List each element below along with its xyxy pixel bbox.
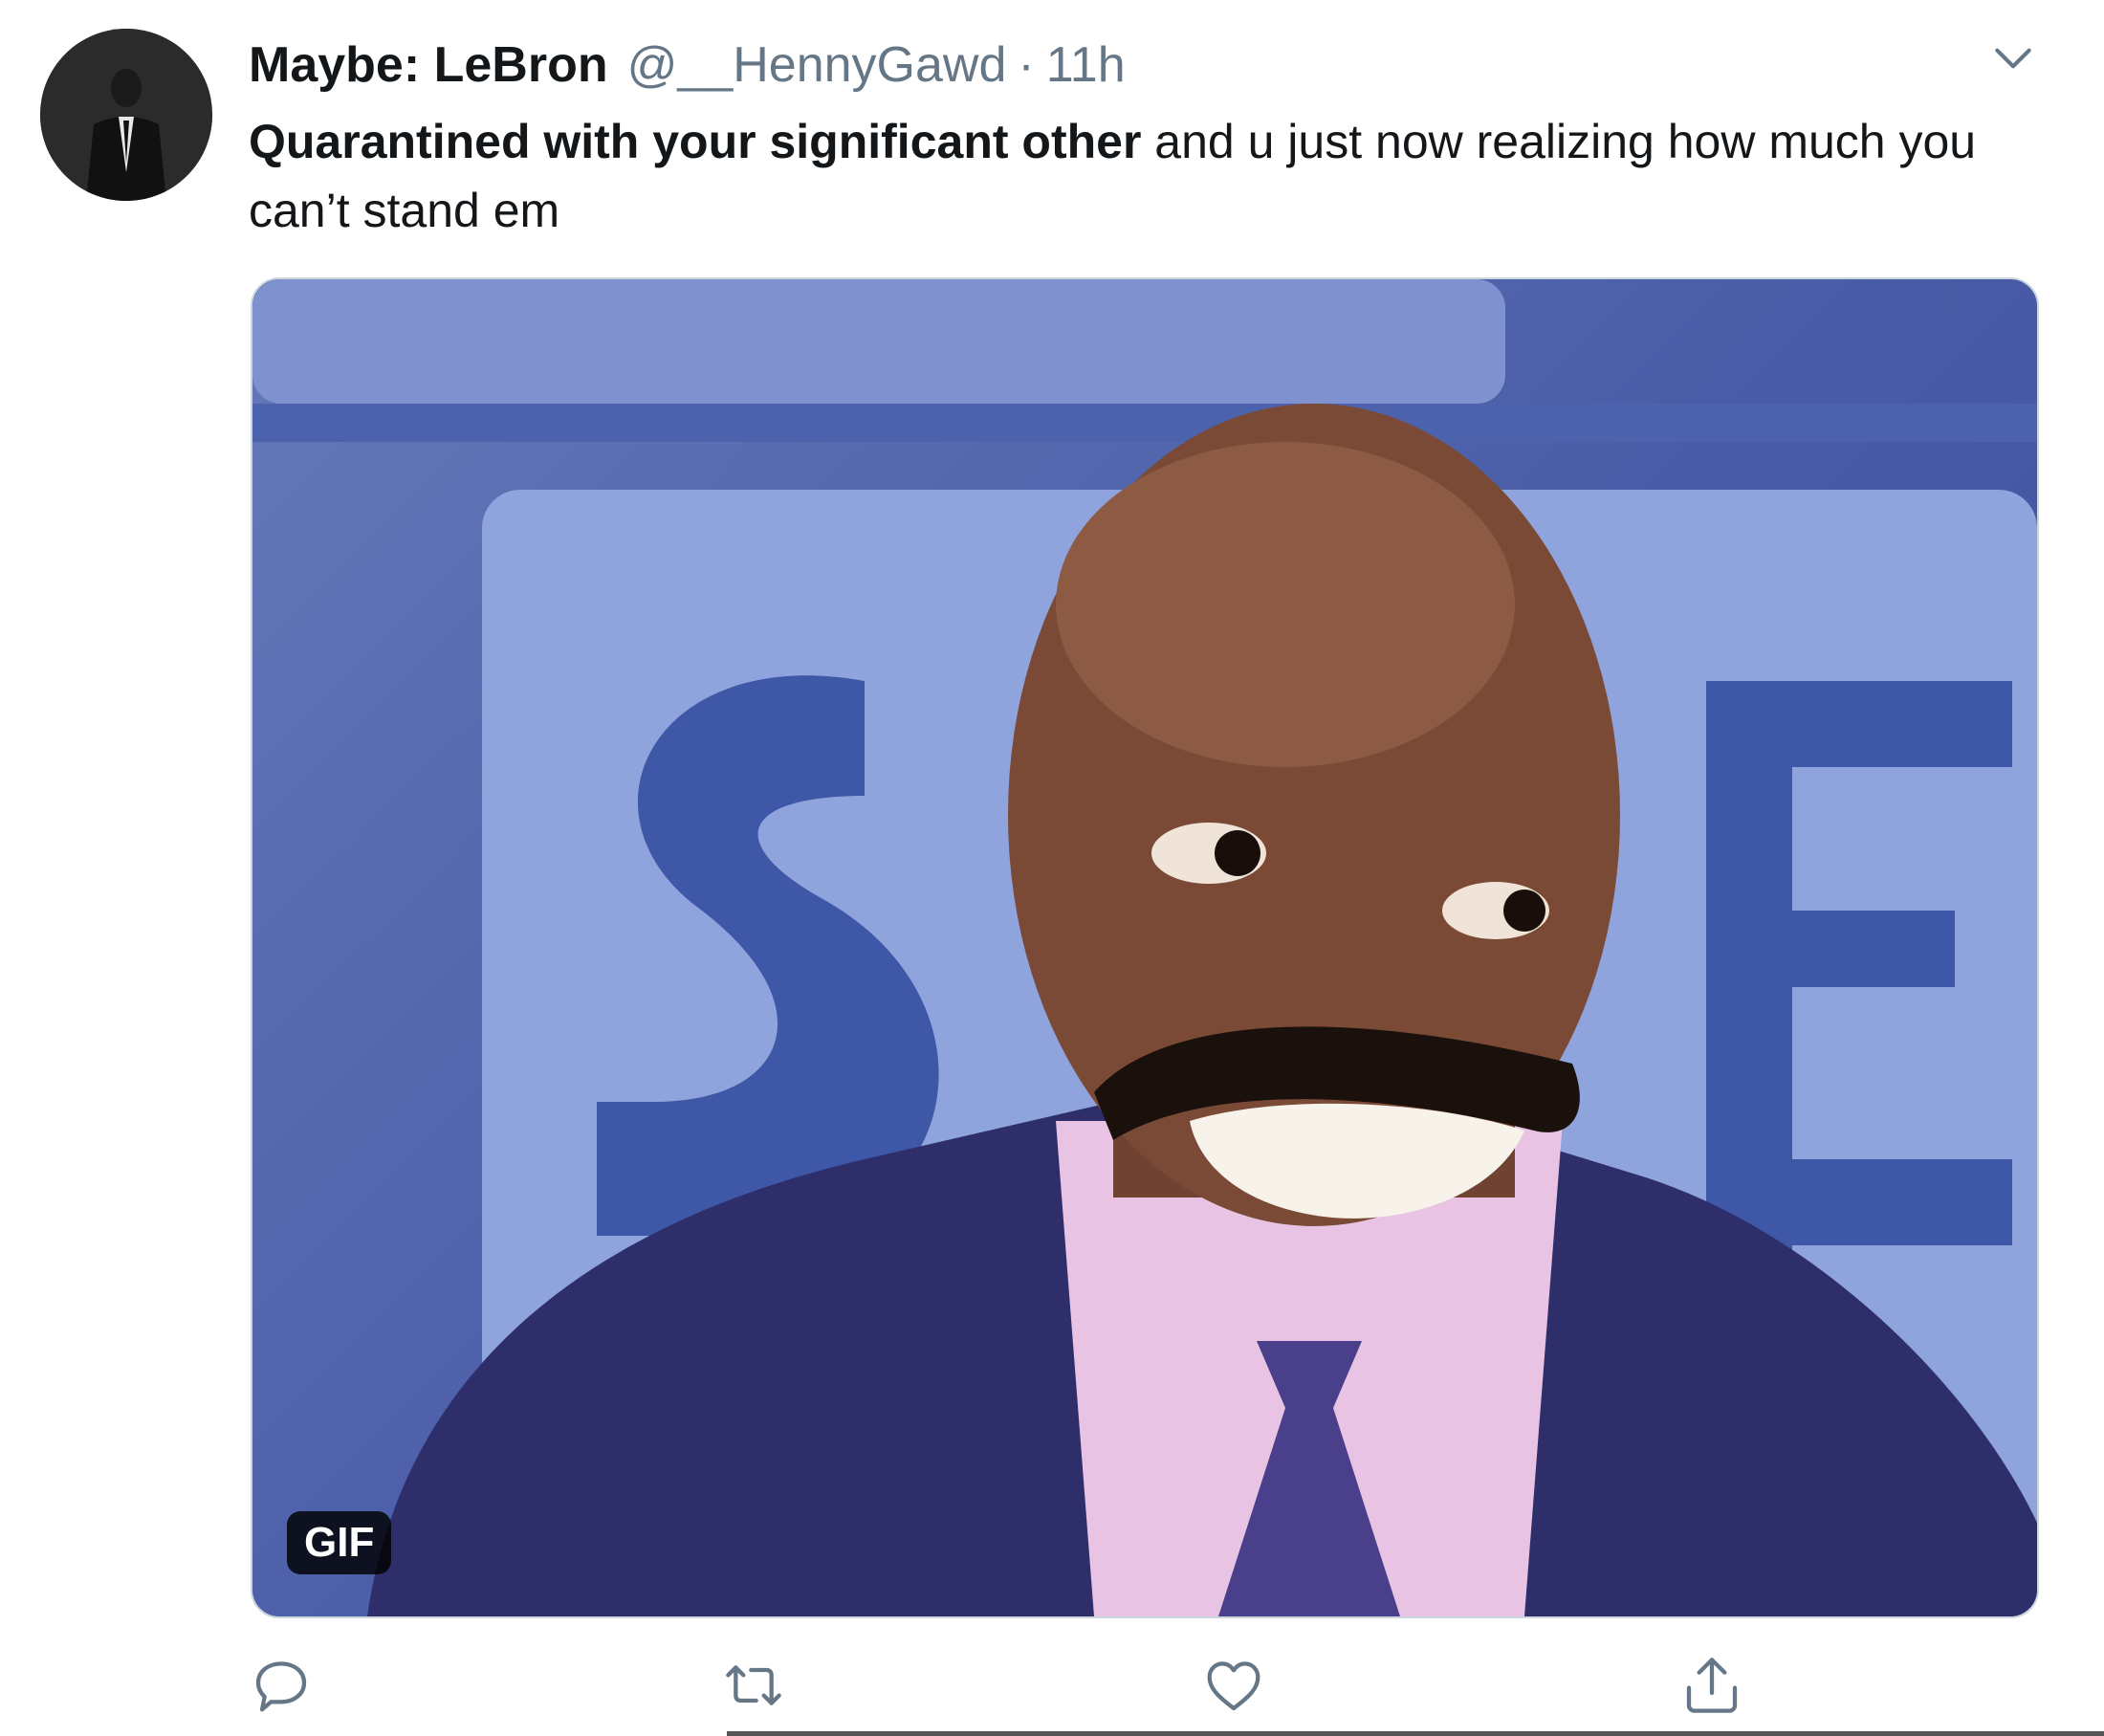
gif-image xyxy=(252,279,2037,1616)
gif-badge: GIF xyxy=(287,1511,392,1574)
avatar-image xyxy=(40,29,212,201)
handle[interactable]: @__HennyGawd xyxy=(627,36,1007,94)
share-icon[interactable] xyxy=(1681,1655,1742,1716)
reply-icon[interactable] xyxy=(251,1655,312,1716)
tweet-header: Maybe: LeBron @__HennyGawd · 11h xyxy=(249,27,1126,103)
chevron-down-icon[interactable] xyxy=(1989,34,2037,82)
avatar[interactable] xyxy=(40,29,212,201)
timestamp[interactable]: 11h xyxy=(1046,36,1126,94)
like-icon[interactable] xyxy=(1203,1655,1264,1716)
retweet-icon[interactable] xyxy=(723,1655,784,1716)
display-name[interactable]: Maybe: LeBron xyxy=(249,36,608,94)
gif-media[interactable]: GIF xyxy=(251,277,2039,1618)
tweet-actions xyxy=(251,1655,2035,1722)
tweet-text: Quarantined with your significant other … xyxy=(249,107,2047,245)
tweet[interactable]: Maybe: LeBron @__HennyGawd · 11h Quarant… xyxy=(0,0,2104,1736)
divider xyxy=(727,1731,2104,1736)
separator-dot: · xyxy=(1018,37,1035,93)
tweet-text-bold: Quarantined with your significant other xyxy=(249,115,1142,168)
